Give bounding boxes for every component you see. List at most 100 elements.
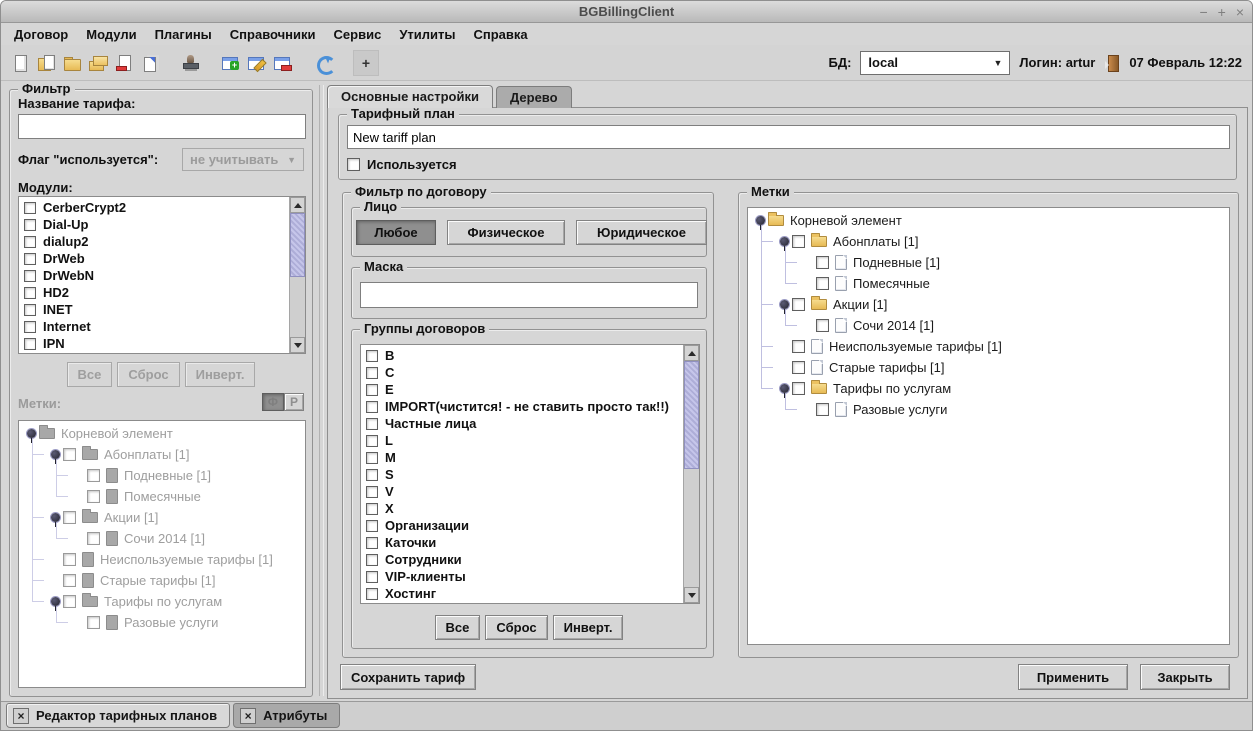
tree-node[interactable]: Старые тарифы [1] bbox=[19, 570, 305, 591]
tree-node[interactable]: Абонплаты [1] bbox=[19, 444, 305, 465]
tree-expand-knob[interactable] bbox=[780, 384, 789, 393]
remove-document-icon[interactable] bbox=[111, 50, 137, 76]
tree-checkbox[interactable] bbox=[792, 361, 805, 374]
item-checkbox[interactable] bbox=[366, 571, 378, 583]
tree-node[interactable]: Корневой элемент bbox=[748, 210, 1229, 231]
tree-checkbox[interactable] bbox=[87, 532, 100, 545]
list-item[interactable]: Частные лица bbox=[363, 415, 681, 432]
modules-reset-button[interactable]: Сброс bbox=[117, 362, 179, 387]
tree-checkbox[interactable] bbox=[816, 319, 829, 332]
list-item[interactable]: VIP-клиенты bbox=[363, 568, 681, 585]
list-item[interactable]: Хостинг bbox=[363, 585, 681, 602]
list-item[interactable]: DrWebN bbox=[21, 267, 287, 284]
tree-checkbox[interactable] bbox=[87, 616, 100, 629]
folders-icon[interactable] bbox=[85, 50, 111, 76]
tree-node[interactable]: Акции [1] bbox=[19, 507, 305, 528]
tree-checkbox[interactable] bbox=[792, 340, 805, 353]
tree-node[interactable]: Тарифы по услугам bbox=[19, 591, 305, 612]
list-item[interactable]: dialup2 bbox=[21, 233, 287, 250]
tree-node[interactable]: Корневой элемент bbox=[19, 423, 305, 444]
tree-node[interactable]: Разовые услуги bbox=[748, 399, 1229, 420]
tree-checkbox[interactable] bbox=[792, 235, 805, 248]
list-item[interactable]: IMPORT(чистится! - не ставить просто так… bbox=[363, 398, 681, 415]
tree-checkbox[interactable] bbox=[63, 448, 76, 461]
scroll-down-icon[interactable] bbox=[684, 587, 699, 603]
tab-tree[interactable]: Дерево bbox=[496, 86, 572, 108]
tree-expand-knob[interactable] bbox=[51, 597, 60, 606]
tree-expand-knob[interactable] bbox=[780, 300, 789, 309]
groups-invert-button[interactable]: Инверт. bbox=[553, 615, 624, 640]
tab-main-settings[interactable]: Основные настройки bbox=[327, 85, 493, 108]
tree-expand-knob[interactable] bbox=[780, 237, 789, 246]
groups-reset-button[interactable]: Сброс bbox=[485, 615, 547, 640]
menu-item[interactable]: Договор bbox=[5, 25, 77, 44]
close-tab-icon[interactable]: × bbox=[13, 708, 29, 724]
tree-checkbox[interactable] bbox=[63, 574, 76, 587]
close-icon[interactable]: × bbox=[1236, 5, 1244, 19]
tree-expand-knob[interactable] bbox=[27, 429, 36, 438]
item-checkbox[interactable] bbox=[24, 253, 36, 265]
tree-node[interactable]: Помесячные bbox=[748, 273, 1229, 294]
bottom-tab-tariff-editor[interactable]: × Редактор тарифных планов bbox=[6, 703, 230, 728]
person-option-button[interactable]: Юридическое bbox=[576, 220, 707, 245]
person-option-button[interactable]: Физическое bbox=[447, 220, 565, 245]
tree-node[interactable]: Акции [1] bbox=[748, 294, 1229, 315]
list-item[interactable]: E bbox=[363, 381, 681, 398]
list-item[interactable]: CerberCrypt2 bbox=[21, 199, 287, 216]
tree-checkbox[interactable] bbox=[63, 511, 76, 524]
folder-icon[interactable] bbox=[59, 50, 85, 76]
list-item[interactable]: B bbox=[363, 347, 681, 364]
list-item-partial[interactable] bbox=[21, 352, 287, 354]
tree-expand-knob[interactable] bbox=[756, 216, 765, 225]
list-item[interactable]: DrWeb bbox=[21, 250, 287, 267]
add-tab-button[interactable]: + bbox=[353, 50, 379, 76]
scroll-up-icon[interactable] bbox=[684, 345, 699, 361]
window-edit-icon[interactable] bbox=[243, 50, 269, 76]
tree-expand-knob[interactable] bbox=[51, 450, 60, 459]
list-item[interactable]: Dial-Up bbox=[21, 216, 287, 233]
item-checkbox[interactable] bbox=[366, 486, 378, 498]
list-item[interactable]: Сотрудники bbox=[363, 551, 681, 568]
item-checkbox[interactable] bbox=[366, 588, 378, 600]
list-item[interactable]: X bbox=[363, 500, 681, 517]
list-item[interactable]: L bbox=[363, 432, 681, 449]
tree-checkbox[interactable] bbox=[816, 256, 829, 269]
stamp-icon[interactable] bbox=[177, 50, 203, 76]
tree-node[interactable]: Старые тарифы [1] bbox=[748, 357, 1229, 378]
tree-node[interactable]: Тарифы по услугам bbox=[748, 378, 1229, 399]
tree-checkbox[interactable] bbox=[87, 469, 100, 482]
minimize-icon[interactable]: − bbox=[1199, 5, 1207, 19]
refresh-icon[interactable] bbox=[311, 50, 337, 76]
tree-checkbox[interactable] bbox=[792, 382, 805, 395]
modules-invert-button[interactable]: Инверт. bbox=[185, 362, 256, 387]
bottom-tab-attributes[interactable]: × Атрибуты bbox=[233, 703, 340, 728]
paste-document-icon[interactable] bbox=[137, 50, 163, 76]
menu-item[interactable]: Справка bbox=[464, 25, 536, 44]
open-document-icon[interactable] bbox=[33, 50, 59, 76]
db-select[interactable]: local ▼ bbox=[860, 51, 1010, 75]
new-document-icon[interactable] bbox=[7, 50, 33, 76]
tree-node[interactable]: Сочи 2014 [1] bbox=[748, 315, 1229, 336]
list-item[interactable]: M bbox=[363, 449, 681, 466]
item-checkbox[interactable] bbox=[366, 350, 378, 362]
scroll-down-icon[interactable] bbox=[290, 337, 305, 353]
item-checkbox[interactable] bbox=[366, 435, 378, 447]
item-checkbox[interactable] bbox=[366, 469, 378, 481]
item-checkbox[interactable] bbox=[366, 384, 378, 396]
tree-node[interactable]: Подневные [1] bbox=[19, 465, 305, 486]
item-checkbox[interactable] bbox=[366, 520, 378, 532]
list-item[interactable]: IPN bbox=[21, 335, 287, 352]
person-option-selected[interactable]: Любое bbox=[356, 220, 436, 245]
tree-checkbox[interactable] bbox=[63, 595, 76, 608]
tree-node[interactable]: Неиспользуемые тарифы [1] bbox=[19, 549, 305, 570]
list-item[interactable]: C bbox=[363, 364, 681, 381]
scrollbar-thumb[interactable] bbox=[684, 361, 699, 469]
list-item[interactable]: V bbox=[363, 483, 681, 500]
item-checkbox[interactable] bbox=[24, 287, 36, 299]
menu-item[interactable]: Сервис bbox=[325, 25, 391, 44]
scroll-up-icon[interactable] bbox=[290, 197, 305, 213]
item-checkbox[interactable] bbox=[24, 270, 36, 282]
tariff-plan-name-input[interactable] bbox=[347, 125, 1230, 149]
window-remove-icon[interactable] bbox=[269, 50, 295, 76]
item-checkbox[interactable] bbox=[24, 202, 36, 214]
